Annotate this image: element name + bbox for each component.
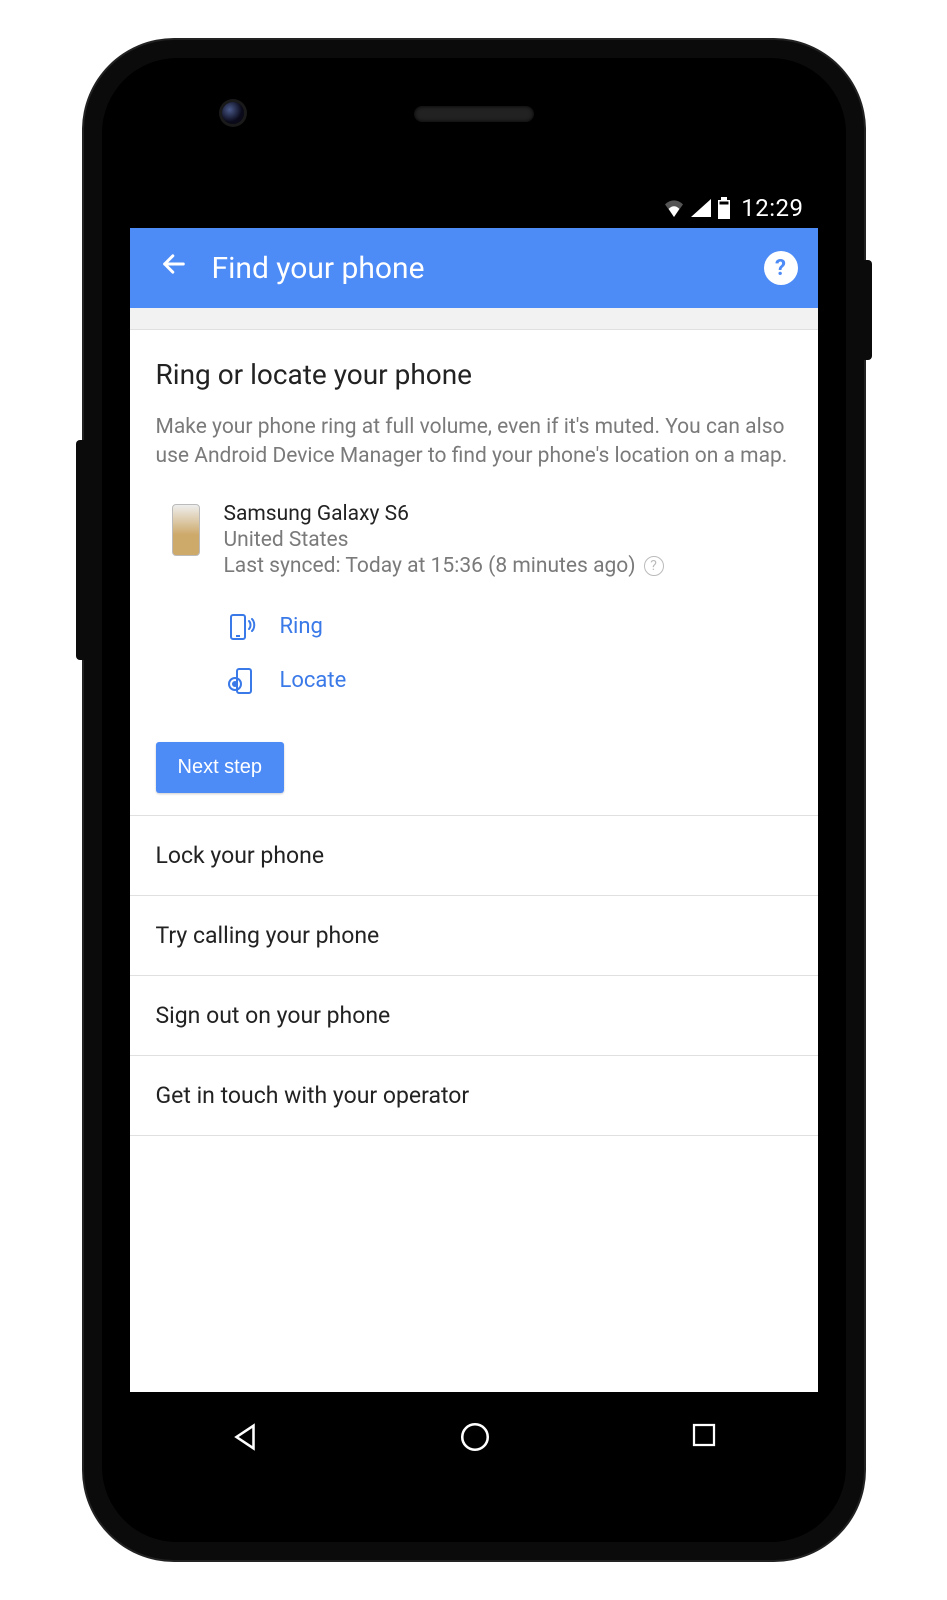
status-bar: 12:29: [130, 188, 818, 228]
sync-help-icon[interactable]: ?: [644, 556, 664, 576]
action-list: Ring Locate: [226, 600, 792, 708]
phone-inner: 12:29 Find your phone ? Ring or locate y…: [102, 58, 846, 1542]
device-row: Samsung Galaxy S6 United States Last syn…: [172, 502, 792, 578]
ring-label: Ring: [280, 614, 323, 639]
app-bar: Find your phone ?: [130, 228, 818, 308]
top-hardware: [102, 58, 846, 168]
power-button: [864, 260, 872, 360]
screen: 12:29 Find your phone ? Ring or locate y…: [130, 188, 818, 1392]
locate-label: Locate: [280, 668, 347, 693]
volume-button: [76, 440, 84, 660]
status-clock: 12:29: [741, 194, 803, 222]
option-list: Lock your phone Try calling your phone S…: [130, 815, 818, 1136]
section-description: Make your phone ring at full volume, eve…: [156, 413, 792, 472]
back-button[interactable]: [150, 240, 198, 296]
device-thumbnail: [172, 504, 200, 556]
section-title: Ring or locate your phone: [156, 358, 792, 391]
device-name: Samsung Galaxy S6: [224, 502, 792, 526]
ring-icon: [226, 612, 258, 642]
nav-bar: [130, 1392, 818, 1542]
cellular-icon: [691, 199, 711, 217]
phone-frame: 12:29 Find your phone ? Ring or locate y…: [84, 40, 864, 1560]
option-sign-out[interactable]: Sign out on your phone: [130, 976, 818, 1056]
option-try-calling[interactable]: Try calling your phone: [130, 896, 818, 976]
device-sync-text: Last synced: Today at 15:36 (8 minutes a…: [224, 554, 636, 578]
nav-back-button[interactable]: [228, 1420, 262, 1458]
wifi-icon: [663, 199, 685, 217]
main-content: Ring or locate your phone Make your phon…: [130, 330, 818, 815]
subheader-strip: [130, 308, 818, 330]
locate-icon: [226, 666, 258, 696]
help-button[interactable]: ?: [764, 251, 798, 285]
ring-action[interactable]: Ring: [226, 600, 792, 654]
front-camera: [222, 102, 244, 124]
locate-action[interactable]: Locate: [226, 654, 792, 708]
device-info: Samsung Galaxy S6 United States Last syn…: [224, 502, 792, 578]
option-lock-phone[interactable]: Lock your phone: [130, 816, 818, 896]
app-bar-title: Find your phone: [212, 251, 764, 286]
earpiece-speaker: [414, 106, 534, 122]
option-contact-operator[interactable]: Get in touch with your operator: [130, 1056, 818, 1136]
next-step-button[interactable]: Next step: [156, 742, 284, 793]
battery-icon: [717, 197, 731, 219]
nav-recent-button[interactable]: [689, 1420, 719, 1454]
device-location: United States: [224, 528, 792, 552]
nav-home-button[interactable]: [458, 1420, 492, 1458]
device-sync: Last synced: Today at 15:36 (8 minutes a…: [224, 554, 792, 578]
